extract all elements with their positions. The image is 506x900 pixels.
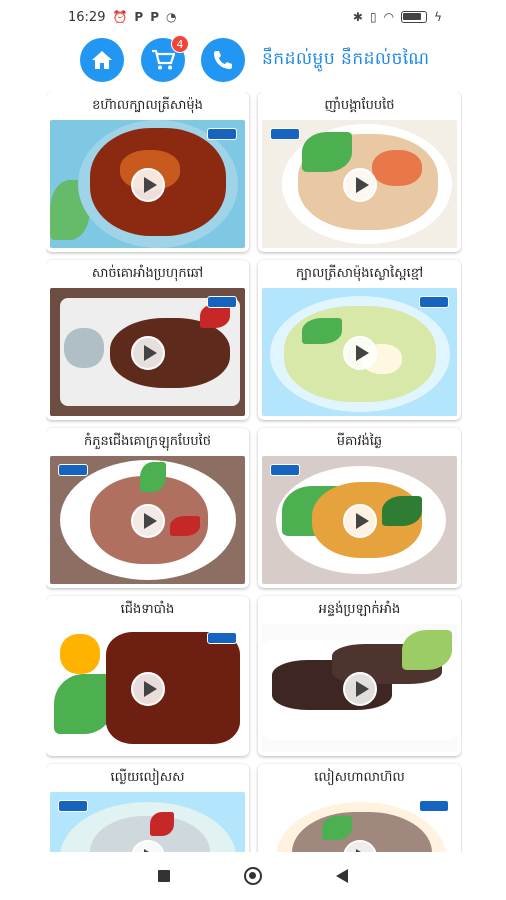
play-video-button[interactable] bbox=[343, 504, 377, 538]
alarm-icon: ⏰ bbox=[112, 10, 128, 24]
dish-thumbnail bbox=[262, 456, 457, 584]
dish-card[interactable]: លៀសហាលាហ៊ល bbox=[258, 764, 461, 852]
charging-icon: ϟ bbox=[434, 10, 442, 24]
play-video-button[interactable] bbox=[131, 672, 165, 706]
status-time: 16:29 bbox=[68, 9, 106, 25]
dish-thumbnail bbox=[50, 456, 245, 584]
brand-logo bbox=[58, 800, 88, 812]
dish-thumbnail bbox=[262, 792, 457, 852]
brand-logo bbox=[58, 464, 88, 476]
dish-title: ល្ងើយលៀសស bbox=[110, 769, 185, 785]
play-video-button[interactable] bbox=[131, 168, 165, 202]
brand-logo bbox=[270, 128, 300, 140]
dish-title: ខហ៊ាលក្បាលត្រីសាម៉ុង bbox=[92, 97, 203, 113]
cart-button[interactable]: 4 bbox=[141, 35, 189, 82]
garnish-shape bbox=[140, 462, 166, 492]
call-button[interactable] bbox=[201, 38, 245, 82]
bluetooth-icon: ✱ bbox=[352, 10, 363, 24]
brand-logo bbox=[270, 464, 300, 476]
dish-grid: ខហ៊ាលក្បាលត្រីសាម៉ុង ញាំបង្គាបែបថៃ សាច់គ… bbox=[46, 92, 462, 852]
dish-thumbnail bbox=[262, 288, 457, 416]
wifi-icon: ◠ bbox=[383, 10, 395, 24]
dish-card[interactable]: មីគាវង់ឆ្ងៃ bbox=[258, 428, 461, 588]
play-video-button[interactable] bbox=[343, 336, 377, 370]
garnish-shape bbox=[322, 816, 352, 840]
dish-thumbnail bbox=[50, 792, 245, 852]
dish-title: សាច់គោអាំងប្រហុកឆៅ bbox=[91, 265, 204, 281]
garnish-shape bbox=[382, 496, 422, 526]
cart-icon bbox=[152, 49, 175, 70]
garnish-shape bbox=[402, 630, 452, 670]
dish-card[interactable]: ក្បាលត្រីសាម៉ុងស្ងោស្ពៃខ្មៅ bbox=[258, 260, 461, 420]
food-shape bbox=[106, 632, 240, 744]
brand-logo bbox=[207, 296, 237, 308]
brand-logo bbox=[207, 128, 237, 140]
p-icon: P bbox=[134, 10, 144, 24]
dish-card[interactable]: សាច់គោអាំងប្រហុកឆៅ bbox=[46, 260, 249, 420]
dish-title: កំភួនជើងគោក្រឡុកបែបថៃ bbox=[83, 433, 212, 449]
dish-thumbnail bbox=[50, 120, 245, 248]
p-icon: P bbox=[150, 10, 160, 24]
dish-title: មីគាវង់ឆ្ងៃ bbox=[336, 433, 383, 449]
play-video-button[interactable] bbox=[343, 168, 377, 202]
garnish-shape bbox=[150, 812, 174, 836]
dish-card[interactable]: អន្ទង់ប្រឡាក់អាំង bbox=[258, 596, 461, 756]
sauce-shape bbox=[64, 328, 104, 368]
dish-thumbnail bbox=[262, 120, 457, 248]
dish-thumbnail bbox=[262, 624, 457, 752]
dish-title: ក្បាលត្រីសាម៉ុងស្ងោស្ពៃខ្មៅ bbox=[295, 265, 424, 281]
play-video-button[interactable] bbox=[343, 672, 377, 706]
play-video-button[interactable] bbox=[131, 336, 165, 370]
status-right: ✱ ▯ ◠ ϟ bbox=[353, 10, 442, 24]
vibrate-icon: ▯ bbox=[369, 10, 377, 24]
brand-logo bbox=[207, 632, 237, 644]
dish-card[interactable]: ខហ៊ាលក្បាលត្រីសាម៉ុង bbox=[46, 92, 249, 252]
dish-card[interactable]: ញាំបង្គាបែបថៃ bbox=[258, 92, 461, 252]
battery-icon bbox=[401, 11, 428, 23]
food-shape bbox=[110, 318, 230, 388]
home-button[interactable] bbox=[80, 38, 124, 82]
garnish-shape bbox=[302, 318, 342, 344]
phone-icon bbox=[214, 51, 232, 69]
dish-card[interactable]: កំភួនជើងគោក្រឡុកបែបថៃ bbox=[46, 428, 249, 588]
app-title: នឹកដល់ម្ហូប នឹកដល់ចណៃ bbox=[262, 49, 430, 69]
home-nav-button[interactable] bbox=[244, 867, 262, 885]
garnish-shape bbox=[54, 674, 114, 734]
app-header: 4 នឹកដល់ម្ហូប នឹកដល់ចណៃ bbox=[0, 35, 506, 86]
dish-title: លៀសហាលាហ៊ល bbox=[314, 769, 405, 785]
back-button[interactable] bbox=[336, 869, 348, 883]
system-nav-bar bbox=[0, 852, 506, 900]
recents-button[interactable] bbox=[158, 870, 170, 882]
food-shape bbox=[372, 150, 422, 186]
brand-logo bbox=[419, 800, 449, 812]
app-icon: ◔ bbox=[166, 10, 177, 24]
garnish-shape bbox=[170, 516, 200, 536]
dish-thumbnail bbox=[50, 624, 245, 752]
play-video-button[interactable] bbox=[131, 504, 165, 538]
dish-title: អន្ទង់ប្រឡាក់អាំង bbox=[318, 601, 401, 617]
dish-title: ញាំបង្គាបែបថៃ bbox=[324, 97, 395, 113]
home-icon bbox=[92, 51, 112, 69]
dish-card[interactable]: ល្ងើយលៀសស bbox=[46, 764, 249, 852]
brand-logo bbox=[419, 296, 449, 308]
status-left: 16:29 ⏰ P P ◔ bbox=[68, 10, 177, 25]
garnish-shape bbox=[60, 634, 100, 674]
cart-count-badge: 4 bbox=[171, 35, 189, 53]
garnish-shape bbox=[302, 132, 352, 172]
dish-card[interactable]: ជើងទាបាំង bbox=[46, 596, 249, 756]
dish-thumbnail bbox=[50, 288, 245, 416]
dish-title: ជើងទាបាំង bbox=[120, 601, 175, 617]
status-bar: 16:29 ⏰ P P ◔ ✱ ▯ ◠ ϟ bbox=[0, 0, 506, 34]
